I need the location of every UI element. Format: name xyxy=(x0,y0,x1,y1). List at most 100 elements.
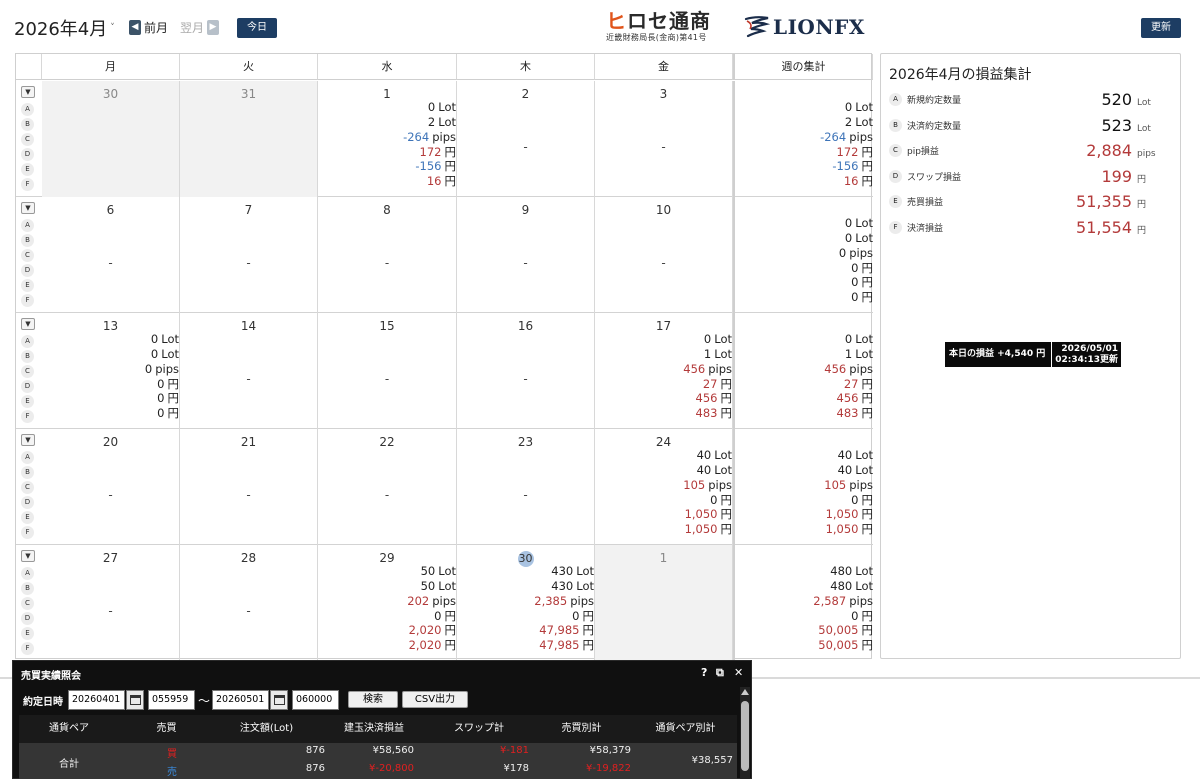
day-cell[interactable]: 13 0 Lot 0 Lot 0 pips 0 円 0 円 0 円 xyxy=(42,313,180,429)
cell-value-line: 40 Lot xyxy=(697,463,732,478)
cell-value-line: -156 円 xyxy=(832,159,873,174)
calendar-icon[interactable] xyxy=(126,690,144,710)
column-header[interactable]: スワップ計 xyxy=(429,715,529,743)
day-cell[interactable]: 15 - xyxy=(318,313,457,429)
from-time-input[interactable]: 055959 xyxy=(148,690,195,710)
from-date-input[interactable]: 20260401 xyxy=(68,690,125,710)
today-button[interactable]: 今日 xyxy=(237,18,277,38)
hirose-logo: ヒロセ通商 近畿財務局長(金商)第41号 xyxy=(606,11,726,45)
row-letter: D xyxy=(21,148,34,161)
cell-value: 0 xyxy=(434,609,442,623)
cell-unit: Lot xyxy=(576,564,594,578)
day-cell[interactable]: 29 50 Lot 50 Lot 202 pips 0 円 2,020 円 2,020 円 xyxy=(318,545,457,661)
popout-icon[interactable]: ⧉ xyxy=(716,666,724,680)
day-number: 21 xyxy=(240,435,257,449)
to-date-input[interactable]: 20260501 xyxy=(212,690,269,710)
cell-unit: pips xyxy=(432,130,456,144)
cell-value-line: 0 pips xyxy=(839,246,873,261)
cell-value: 40 xyxy=(837,463,853,477)
no-data-dash: - xyxy=(523,488,528,502)
cell-value: 2 xyxy=(844,115,853,129)
collapse-toggle-icon[interactable]: ▼ xyxy=(21,318,35,330)
help-icon[interactable]: ? xyxy=(701,666,707,679)
csv-export-button[interactable]: CSV出力 xyxy=(402,691,468,708)
cell-value: 456 xyxy=(683,362,706,376)
scroll-thumb[interactable] xyxy=(741,701,749,771)
day-cell[interactable]: 21 - xyxy=(180,429,318,545)
row-letter: D xyxy=(21,380,34,393)
lionfx-logo: LIONFX xyxy=(744,13,869,41)
day-cell[interactable]: 6- xyxy=(42,197,180,313)
day-number: 23 xyxy=(517,435,534,449)
next-month-button[interactable]: 翌月 ▶ xyxy=(180,19,220,36)
day-number: 27 xyxy=(102,551,119,565)
cell-value-line: 50,005 円 xyxy=(818,638,873,653)
day-cell[interactable]: 1 xyxy=(595,545,733,661)
day-cell[interactable]: 2- xyxy=(457,81,595,197)
collapse-toggle-icon[interactable]: ▼ xyxy=(21,434,35,446)
column-header[interactable]: 売買 xyxy=(119,715,214,743)
cell-unit: Lot xyxy=(714,448,732,462)
month-selector[interactable]: 2026年4月 ˅ xyxy=(14,15,115,41)
cell-value-line: 105 pips xyxy=(824,478,873,493)
day-cell[interactable]: 10 - xyxy=(595,197,733,313)
calendar-icon[interactable] xyxy=(270,690,288,710)
row-letter: E xyxy=(21,395,34,408)
week-total-header: 週の集計 xyxy=(733,54,873,80)
day-cell[interactable]: 20 - xyxy=(42,429,180,545)
day-cell[interactable]: 22 - xyxy=(318,429,457,545)
to-time-input[interactable]: 060000 xyxy=(292,690,339,710)
day-cell[interactable]: 3- xyxy=(595,81,733,197)
column-header[interactable]: 通貨ペア xyxy=(19,715,119,743)
chevron-right-icon: ▶ xyxy=(207,20,220,35)
month-label: 2026年4月 xyxy=(14,19,108,40)
cell-value-line: 0円 xyxy=(851,493,873,508)
day-cell[interactable]: 16 - xyxy=(457,313,595,429)
cell-value: 1 xyxy=(703,347,712,361)
column-header[interactable]: 建玉決済損益 xyxy=(319,715,429,743)
scrollbar[interactable] xyxy=(740,687,750,779)
day-cell[interactable]: 9- xyxy=(457,197,595,313)
cell-value: -264 xyxy=(403,130,430,144)
collapse-toggle-icon[interactable]: ▼ xyxy=(21,550,35,562)
row-letter: D xyxy=(21,264,34,277)
cell-unit: 円 xyxy=(861,275,874,289)
day-cell[interactable]: 28 - xyxy=(180,545,318,661)
close-icon[interactable]: ✕ xyxy=(734,666,743,679)
prev-month-button[interactable]: ◀ 前月 xyxy=(129,19,168,36)
summary-title: 2026年4月の損益集計 xyxy=(889,67,1032,83)
no-data-dash: - xyxy=(523,140,528,154)
day-cell[interactable]: 14 - xyxy=(180,313,318,429)
collapse-toggle-icon[interactable]: ▼ xyxy=(21,202,35,214)
cell-value: 0 xyxy=(703,332,712,346)
day-cell[interactable]: 8- xyxy=(318,197,457,313)
summary-label: 決済損益 xyxy=(907,223,944,234)
row-letter: E xyxy=(21,279,34,292)
cell-value-line: 480 Lot xyxy=(830,579,873,594)
day-cell[interactable]: 1 0 Lot 2 Lot -264 pips 172 円 -156 円 16 円 xyxy=(318,81,457,197)
day-cell[interactable]: 17 0 Lot 1 Lot 456 pips 27 円 456 円 483 円 xyxy=(595,313,733,429)
search-button[interactable]: 検索 xyxy=(348,691,398,708)
cell-unit: pips xyxy=(849,594,873,608)
no-data-dash: - xyxy=(384,256,390,270)
day-cell[interactable]: 30 xyxy=(42,81,180,197)
cell-value: -156 xyxy=(832,159,859,173)
row-letter: C xyxy=(21,133,34,146)
cell-unit: pips xyxy=(570,594,594,608)
day-cell[interactable]: 7- xyxy=(180,197,318,313)
column-header[interactable]: 注文額(Lot) xyxy=(214,715,319,743)
summary-number: 51,355 xyxy=(1076,192,1132,211)
collapse-toggle-icon[interactable]: ▼ xyxy=(21,86,35,98)
day-cell[interactable]: 27 - xyxy=(42,545,180,661)
scroll-up-icon[interactable] xyxy=(741,689,749,695)
row-letter: C xyxy=(21,249,34,262)
cell-value: 0 xyxy=(844,332,853,346)
day-cell[interactable]: 23 - xyxy=(457,429,595,545)
day-cell[interactable]: 24 40 Lot 40 Lot 105 pips 0 円 1,050 円 1,050 円 xyxy=(595,429,733,545)
column-header[interactable]: 通貨ペア別計 xyxy=(634,715,737,743)
day-number: 15 xyxy=(379,319,395,333)
day-cell[interactable]: 30 430 Lot 430 Lot 2,385 pips 0 円 47,985 円 47,985 円 xyxy=(457,545,595,661)
refresh-button[interactable]: 更新 xyxy=(1141,18,1181,38)
day-cell[interactable]: 31 xyxy=(180,81,318,197)
column-header[interactable]: 売買別計 xyxy=(529,715,634,743)
